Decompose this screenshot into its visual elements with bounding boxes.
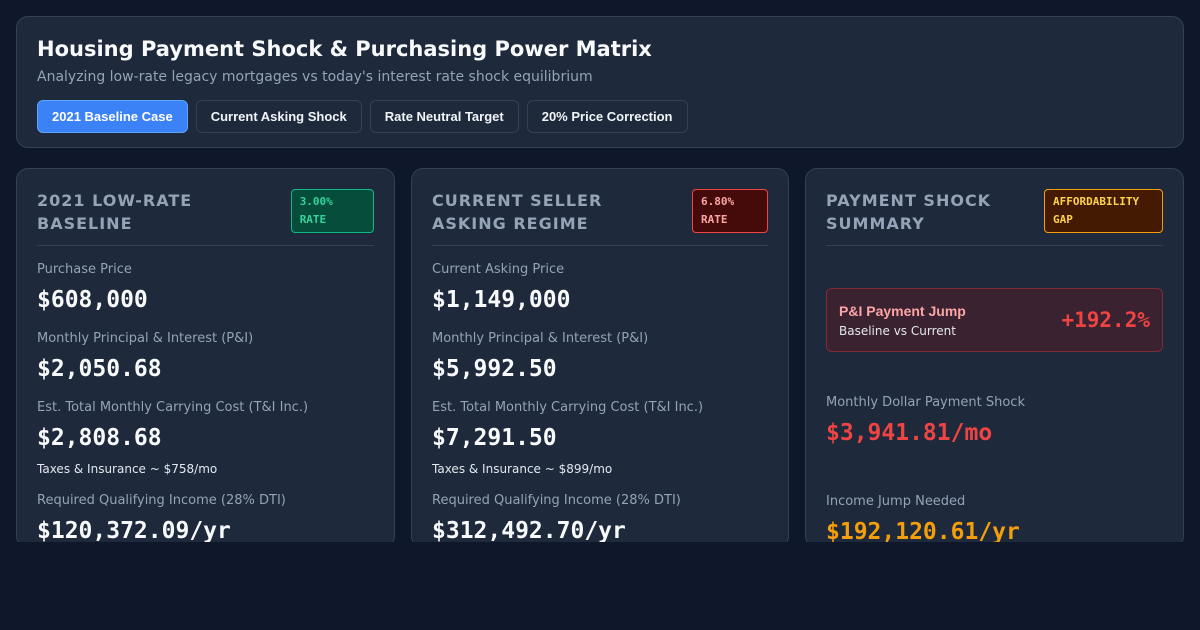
baseline-pi-label: Monthly Principal & Interest (P&I) bbox=[37, 331, 254, 346]
current-total-value: $7,291.50 bbox=[432, 425, 557, 451]
baseline-taxes-note: Taxes & Insurance ~ $758/mo bbox=[37, 462, 218, 476]
baseline-income-metric: Required Qualifying Income (28% DTI) $12… bbox=[37, 493, 374, 546]
current-purchase-label: Current Asking Price bbox=[432, 262, 565, 277]
baseline-case-button[interactable]: 2021 Baseline Case bbox=[37, 100, 188, 133]
current-income-label: Required Qualifying Income (28% DTI) bbox=[432, 493, 681, 508]
rate-neutral-target-button[interactable]: Rate Neutral Target bbox=[369, 100, 519, 133]
baseline-pi-metric: Monthly Principal & Interest (P&I) $2,05… bbox=[37, 331, 374, 384]
current-pi-value: $5,992.50 bbox=[432, 356, 557, 382]
baseline-pi-value: $2,050.68 bbox=[37, 356, 162, 382]
current-rate-badge: 6.80% RATE bbox=[692, 189, 768, 233]
price-correction-button[interactable]: 20% Price Correction bbox=[526, 100, 688, 133]
baseline-card: 2021 Low-Rate Baseline 3.00% RATE Purcha… bbox=[16, 168, 395, 548]
current-card-header: Current Seller Asking Regime 6.80% RATE bbox=[432, 189, 768, 246]
current-purchase-metric: Current Asking Price $1,149,000 bbox=[432, 262, 768, 315]
current-pi-label: Monthly Principal & Interest (P&I) bbox=[432, 331, 649, 346]
scenario-button-row: 2021 Baseline Case Current Asking Shock … bbox=[37, 100, 1163, 133]
payment-shock-metric: Monthly Dollar Payment Shock $3,941.81/m… bbox=[826, 395, 1163, 448]
page-subtitle: Analyzing low-rate legacy mortgages vs t… bbox=[37, 69, 593, 85]
payment-shock-value: $3,941.81/mo bbox=[826, 420, 993, 446]
baseline-total-value: $2,808.68 bbox=[37, 425, 162, 451]
page-footer-space bbox=[0, 542, 1200, 630]
summary-card: Payment Shock Summary AFFORDABILITY GAP … bbox=[805, 168, 1184, 548]
affordability-gap-badge: AFFORDABILITY GAP bbox=[1044, 189, 1163, 233]
payment-shock-label: Monthly Dollar Payment Shock bbox=[826, 395, 1025, 410]
summary-card-title: Payment Shock Summary bbox=[826, 191, 992, 233]
baseline-income-label: Required Qualifying Income (28% DTI) bbox=[37, 493, 286, 508]
current-income-metric: Required Qualifying Income (28% DTI) $31… bbox=[432, 493, 768, 546]
baseline-purchase-metric: Purchase Price $608,000 bbox=[37, 262, 374, 315]
current-card-title: Current Seller Asking Regime bbox=[432, 191, 603, 233]
income-jump-label: Income Jump Needed bbox=[826, 494, 966, 509]
current-asking-shock-button[interactable]: Current Asking Shock bbox=[195, 100, 362, 133]
summary-card-header: Payment Shock Summary AFFORDABILITY GAP bbox=[826, 189, 1163, 246]
baseline-card-title: 2021 Low-Rate Baseline bbox=[37, 191, 193, 233]
current-pi-metric: Monthly Principal & Interest (P&I) $5,99… bbox=[432, 331, 768, 384]
current-card: Current Seller Asking Regime 6.80% RATE … bbox=[411, 168, 789, 548]
pi-jump-title: P&I Payment Jump bbox=[839, 302, 966, 319]
current-taxes-note: Taxes & Insurance ~ $899/mo bbox=[432, 462, 613, 476]
baseline-card-header: 2021 Low-Rate Baseline 3.00% RATE bbox=[37, 189, 374, 246]
baseline-purchase-value: $608,000 bbox=[37, 287, 148, 313]
page-title: Housing Payment Shock & Purchasing Power… bbox=[37, 37, 652, 61]
baseline-purchase-label: Purchase Price bbox=[37, 262, 132, 277]
current-purchase-value: $1,149,000 bbox=[432, 287, 571, 313]
baseline-rate-badge: 3.00% RATE bbox=[290, 189, 374, 233]
income-jump-metric: Income Jump Needed $192,120.61/yr bbox=[826, 494, 1163, 547]
pi-jump-value: +192.2% bbox=[1061, 308, 1150, 332]
header-panel: Housing Payment Shock & Purchasing Power… bbox=[16, 16, 1184, 148]
pi-jump-box: P&I Payment Jump Baseline vs Current +19… bbox=[826, 288, 1163, 352]
pi-jump-text: P&I Payment Jump Baseline vs Current bbox=[839, 302, 966, 339]
pi-jump-subtitle: Baseline vs Current bbox=[839, 323, 956, 338]
baseline-total-metric: Est. Total Monthly Carrying Cost (T&I In… bbox=[37, 400, 374, 477]
baseline-total-label: Est. Total Monthly Carrying Cost (T&I In… bbox=[37, 400, 309, 415]
current-total-label: Est. Total Monthly Carrying Cost (T&I In… bbox=[432, 400, 704, 415]
current-total-metric: Est. Total Monthly Carrying Cost (T&I In… bbox=[432, 400, 768, 477]
